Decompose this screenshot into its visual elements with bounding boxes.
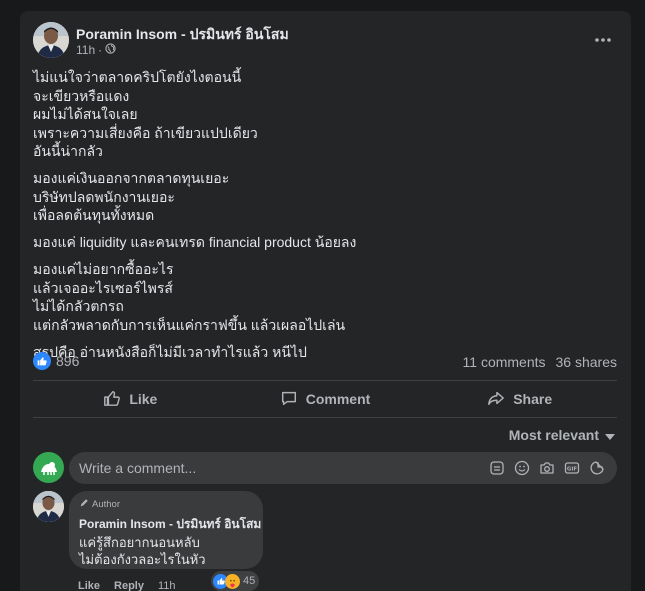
comment-composer: GIF bbox=[33, 452, 617, 484]
gif-icon[interactable]: GIF bbox=[564, 460, 580, 476]
pencil-icon bbox=[79, 498, 89, 511]
comment-text-line: ไม่ต้องกังวลอะไรในหัว bbox=[79, 552, 206, 567]
post-paragraph: มองแค่ไม่อยากซื้ออะไร แล้วเจออะไรเซอร์ไพ… bbox=[33, 261, 346, 333]
care-reaction-icon bbox=[225, 573, 240, 589]
comment-time[interactable]: 11h bbox=[158, 580, 176, 591]
comment-reply-button[interactable]: Reply bbox=[114, 580, 144, 591]
emoji-icon[interactable] bbox=[514, 460, 530, 476]
caret-down-icon bbox=[605, 427, 615, 443]
author-badge-label: Author bbox=[92, 499, 120, 510]
post-header: Poramin Insom - ปรมินทร์ อินโสม 11h · bbox=[33, 22, 619, 62]
divider bbox=[33, 380, 617, 381]
like-button[interactable]: Like bbox=[33, 382, 228, 416]
comment-bubble-icon bbox=[280, 389, 298, 410]
post-paragraph: มองแค่เงินออกจากตลาดทุนเยอะ บริษัทปลดพนั… bbox=[33, 170, 230, 223]
post-meta: 11h · bbox=[76, 43, 116, 57]
post-paragraph: มองแค่ liquidity และคนเทรด financial pro… bbox=[33, 234, 357, 250]
comment-sort-dropdown[interactable]: Most relevant bbox=[509, 427, 615, 443]
author-avatar[interactable] bbox=[33, 22, 69, 58]
post-actions: Like Comment Share bbox=[33, 382, 617, 416]
thumbs-up-icon bbox=[103, 389, 121, 410]
post-body: ไม่แน่ใจว่าตลาดคริปโตยังไงตอนนี้ จะเขียว… bbox=[33, 68, 613, 370]
comment-reaction-count: 45 bbox=[243, 575, 256, 587]
composer-tools: GIF bbox=[489, 460, 605, 476]
divider bbox=[33, 417, 617, 418]
more-options-button[interactable] bbox=[587, 22, 619, 54]
camera-icon[interactable] bbox=[539, 460, 555, 476]
sort-label: Most relevant bbox=[508, 427, 599, 443]
comment-label: Comment bbox=[305, 391, 371, 407]
comment-text-line: แค่รู้สึกอยากนอนหลับ bbox=[79, 535, 200, 550]
share-button[interactable]: Share bbox=[422, 382, 617, 416]
post-stats: 896 11 comments 36 shares bbox=[33, 351, 617, 373]
current-user-avatar[interactable] bbox=[33, 452, 64, 483]
comments-count-link[interactable]: 11 comments bbox=[463, 354, 546, 370]
comment-button[interactable]: Comment bbox=[228, 382, 423, 416]
avatar-sticker-icon[interactable] bbox=[489, 460, 505, 476]
post-time[interactable]: 11h bbox=[76, 43, 95, 57]
ellipsis-icon bbox=[595, 29, 611, 47]
globe-icon bbox=[105, 43, 116, 57]
comment-item: Author Poramin Insom - ปรมินทร์ อินโสม แ… bbox=[33, 491, 617, 591]
like-label: Like bbox=[129, 391, 158, 407]
share-label: Share bbox=[513, 391, 553, 407]
sticker-icon[interactable] bbox=[589, 460, 605, 476]
svg-text:GIF: GIF bbox=[567, 467, 578, 473]
share-arrow-icon bbox=[487, 389, 505, 410]
post-paragraph: ไม่แน่ใจว่าตลาดคริปโตยังไงตอนนี้ จะเขียว… bbox=[33, 69, 258, 159]
comment-actions: Like Reply 11h bbox=[78, 580, 176, 591]
post-card: Poramin Insom - ปรมินทร์ อินโสม 11h · ไม… bbox=[20, 11, 631, 591]
comment-reactions[interactable]: 45 bbox=[211, 571, 260, 591]
engagement-counts: 11 comments 36 shares bbox=[463, 354, 617, 370]
comment-like-button[interactable]: Like bbox=[78, 580, 100, 591]
commenter-avatar[interactable] bbox=[33, 491, 64, 522]
comment-bubble: Author Poramin Insom - ปรมินทร์ อินโสม แ… bbox=[69, 491, 263, 569]
reaction-summary[interactable]: 896 bbox=[33, 352, 79, 370]
author-badge: Author bbox=[79, 498, 253, 511]
commenter-name[interactable]: Poramin Insom - ปรมินทร์ อินโสม bbox=[79, 515, 261, 534]
reaction-count: 896 bbox=[56, 353, 80, 369]
like-reaction-icon bbox=[33, 352, 51, 370]
shares-count-link[interactable]: 36 shares bbox=[556, 354, 617, 370]
